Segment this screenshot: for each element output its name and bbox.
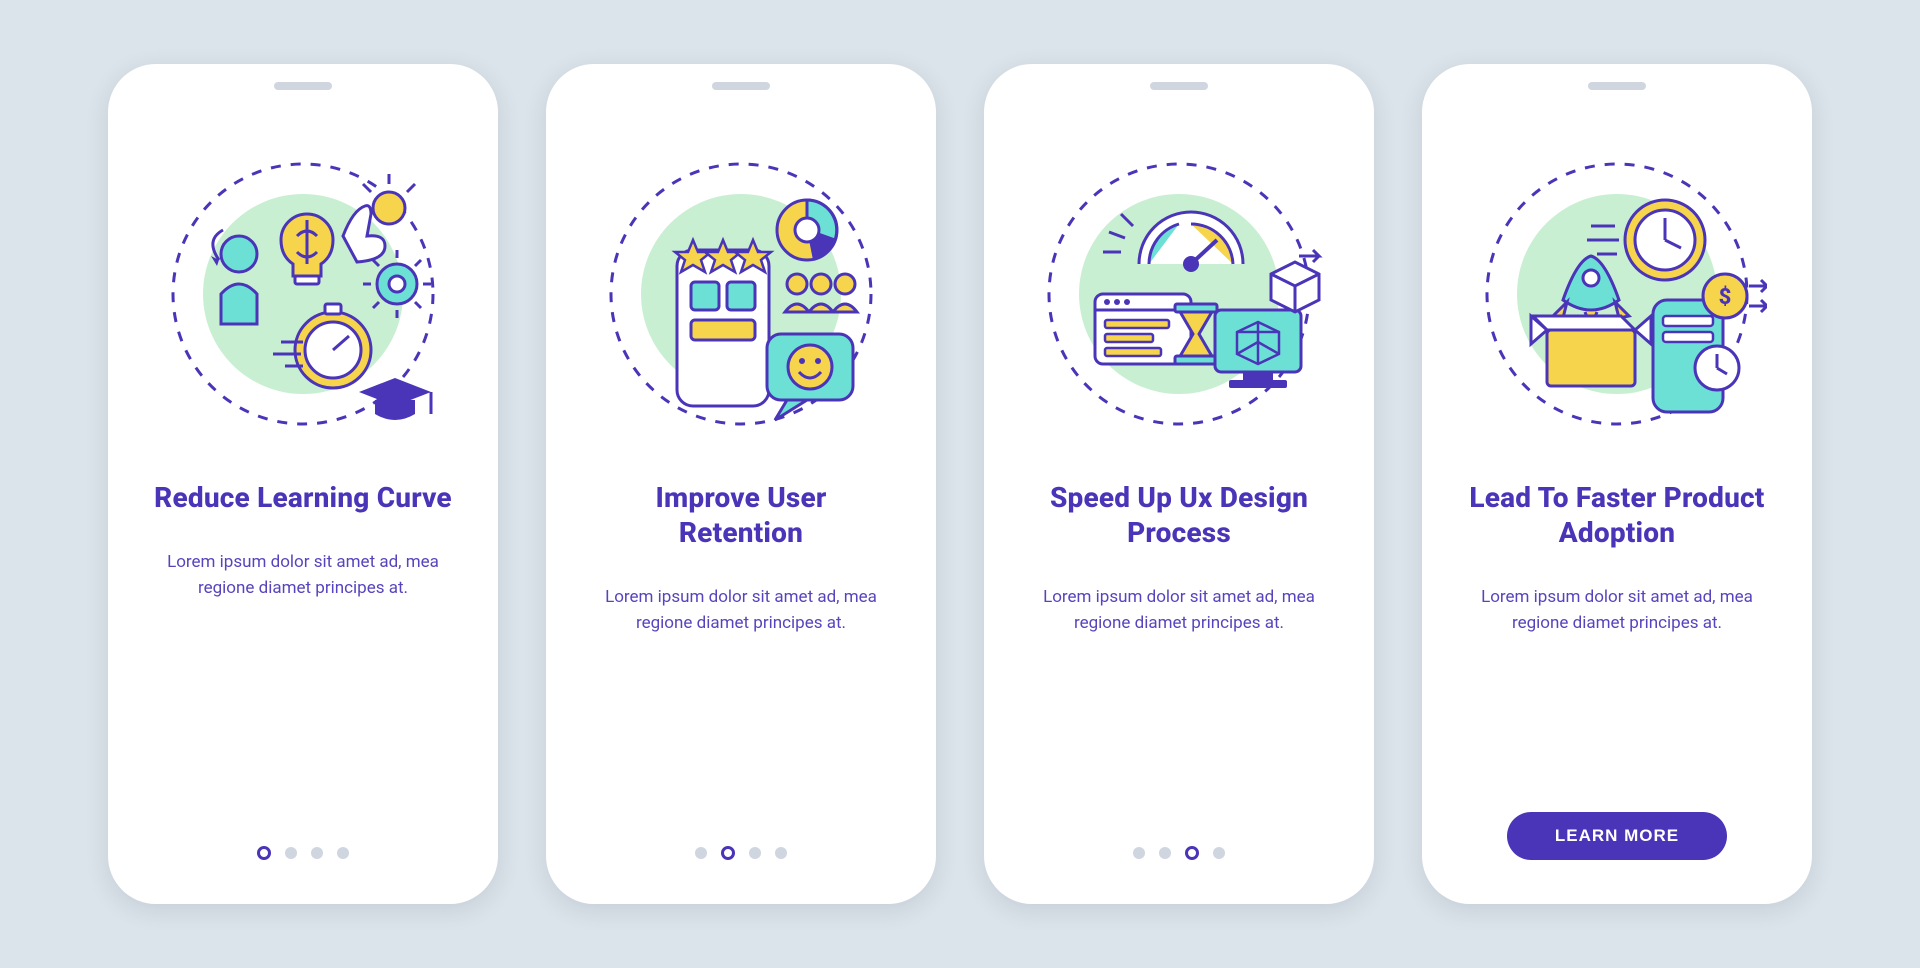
onboarding-screen-4: $ Lead To Faster Product Adoption Lorem … [1422, 64, 1812, 904]
pagination-dot-2[interactable] [285, 847, 297, 859]
pagination-dot-2[interactable] [721, 846, 735, 860]
pagination-dots[interactable] [1133, 846, 1225, 860]
product-adoption-icon: $ [1467, 144, 1767, 444]
pagination [108, 846, 498, 860]
phone-notch [712, 82, 770, 90]
pagination-dot-3[interactable] [1185, 846, 1199, 860]
cta-container: LEARN MORE [1422, 812, 1812, 860]
pagination-dot-4[interactable] [775, 847, 787, 859]
pagination-dot-1[interactable] [695, 847, 707, 859]
pagination-dot-2[interactable] [1159, 847, 1171, 859]
pagination-dot-3[interactable] [311, 847, 323, 859]
screen-description: Lorem ipsum dolor sit amet ad, mea regio… [1029, 584, 1329, 637]
screen-description: Lorem ipsum dolor sit amet ad, mea regio… [591, 584, 891, 637]
pagination [984, 846, 1374, 860]
user-retention-icon [591, 144, 891, 444]
pagination-dot-1[interactable] [257, 846, 271, 860]
pagination-dot-1[interactable] [1133, 847, 1145, 859]
svg-text:$: $ [1719, 285, 1732, 310]
pagination-dots[interactable] [695, 846, 787, 860]
screen-title: Speed Up Ux Design Process [1029, 480, 1329, 550]
pagination-dot-4[interactable] [1213, 847, 1225, 859]
pagination-dots[interactable] [257, 846, 349, 860]
screen-description: Lorem ipsum dolor sit amet ad, mea regio… [153, 549, 453, 602]
learn-more-button[interactable]: LEARN MORE [1507, 812, 1727, 860]
screen-title: Lead To Faster Product Adoption [1467, 480, 1767, 550]
pagination [546, 846, 936, 860]
screen-title: Improve User Retention [591, 480, 891, 550]
learning-curve-icon [153, 144, 453, 444]
screen-description: Lorem ipsum dolor sit amet ad, mea regio… [1467, 584, 1767, 637]
onboarding-screen-3: Speed Up Ux Design Process Lorem ipsum d… [984, 64, 1374, 904]
ux-speed-icon [1029, 144, 1329, 444]
phone-notch [1588, 82, 1646, 90]
phone-notch [1150, 82, 1208, 90]
onboarding-screen-1: Reduce Learning Curve Lorem ipsum dolor … [108, 64, 498, 904]
pagination-dot-4[interactable] [337, 847, 349, 859]
onboarding-screen-2: Improve User Retention Lorem ipsum dolor… [546, 64, 936, 904]
onboarding-screens-row: Reduce Learning Curve Lorem ipsum dolor … [0, 0, 1920, 968]
screen-title: Reduce Learning Curve [154, 480, 452, 515]
pagination-dot-3[interactable] [749, 847, 761, 859]
phone-notch [274, 82, 332, 90]
